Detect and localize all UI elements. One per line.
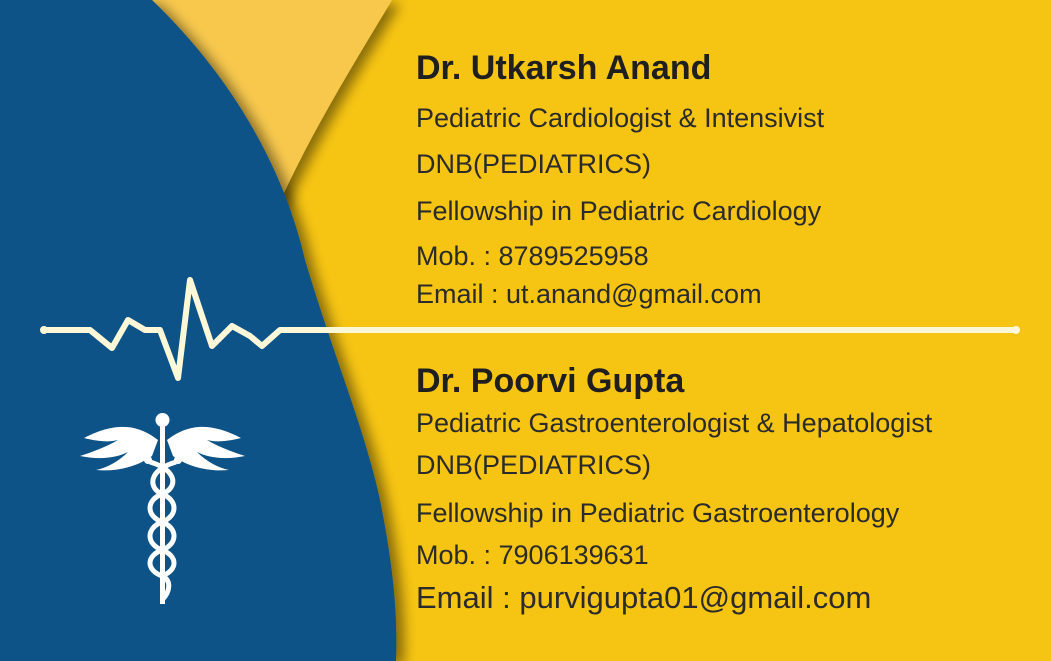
doctor-1-mobile: Mob. : 8789525958 (416, 241, 649, 271)
doctor-1-email[interactable]: Email : ut.anand@gmail.com (416, 279, 762, 310)
doctor-1-fellowship: Fellowship in Pediatric Cardiology (416, 196, 822, 226)
business-card: Dr. Utkarsh Anand Pediatric Cardiologist… (0, 0, 1051, 661)
doctor-2-specialty: Pediatric Gastroenterologist & Hepatolog… (416, 408, 933, 438)
doctor-2-degree: DNB(PEDIATRICS) (416, 450, 652, 480)
doctor-2-name: Dr. Poorvi Gupta (416, 362, 685, 400)
doctor-1-name: Dr. Utkarsh Anand (416, 49, 712, 87)
doctor-2-email[interactable]: Email : purvigupta01@gmail.com (416, 580, 871, 616)
doctor-2-mobile: Mob. : 7906139631 (416, 540, 649, 570)
doctor-2-fellowship: Fellowship in Pediatric Gastroenterology (416, 498, 900, 528)
doctor-1-specialty: Pediatric Cardiologist & Intensivist (416, 103, 825, 133)
doctor-1-degree: DNB(PEDIATRICS) (416, 149, 652, 179)
